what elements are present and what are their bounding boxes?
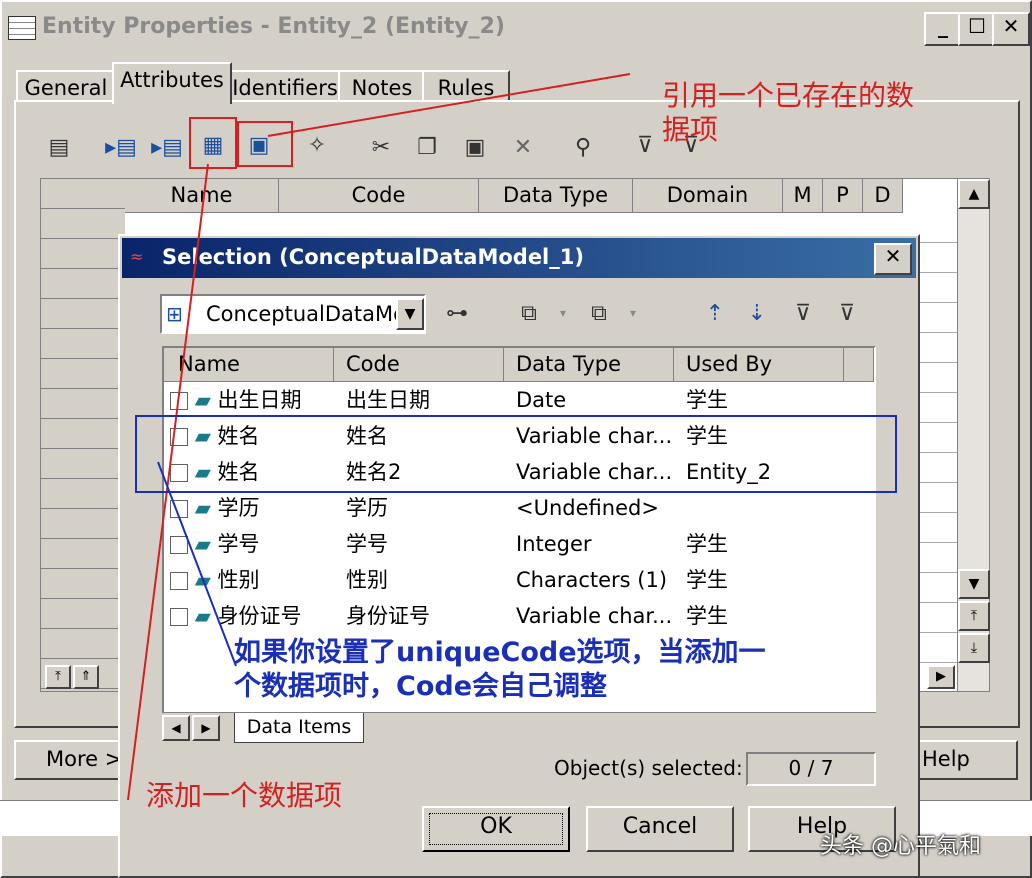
duplicate-name-highlight-box [135,415,897,493]
add-item-highlight-box [189,117,237,169]
reuse-callout-line [267,73,631,137]
reuse-item-highlight-box [237,121,293,167]
watermark: 头条 @心平氣和 [820,834,981,859]
reuse-annotation-line2: 据项 [662,113,719,146]
unique-annotation-line2: 个数据项时，Code会自己调整 [234,671,608,702]
annotation-overlay [127,73,897,801]
add-item-annotation: 添加一个数据项 [146,779,343,812]
add-item-callout-line [127,163,209,801]
tab-attributes[interactable]: Attributes [112,62,232,104]
